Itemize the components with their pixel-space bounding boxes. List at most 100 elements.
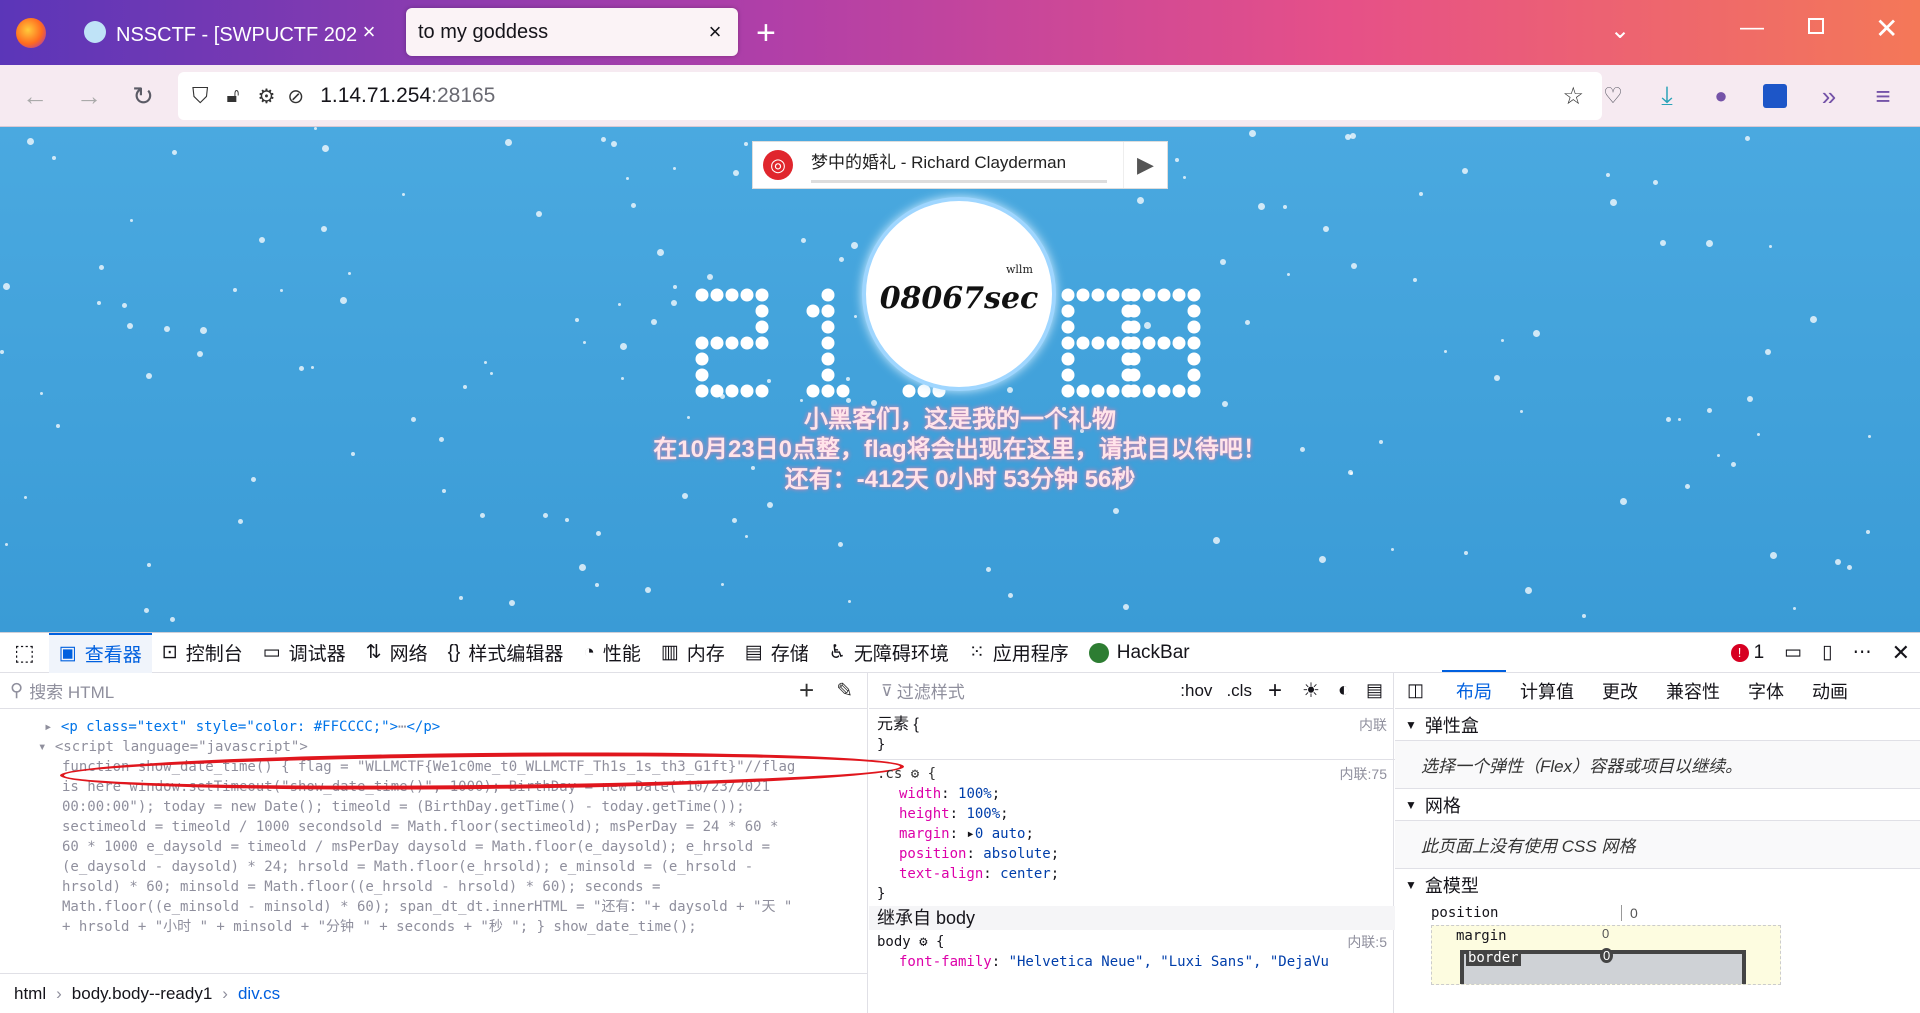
border-top-value[interactable]: 0 (1600, 948, 1614, 963)
tab-inspector[interactable]: ▣ 查看器 (48, 632, 152, 673)
grid-message: 此页面上没有使用 CSS 网格 (1395, 821, 1920, 869)
rule-source[interactable]: 内联 (1359, 715, 1387, 735)
bookmark-star-icon[interactable]: ☆ (1562, 82, 1584, 111)
clock-dot (1172, 384, 1186, 398)
clock-dot (1187, 288, 1201, 302)
filter-input[interactable]: 过滤样式 (897, 678, 965, 703)
music-player[interactable]: ◎ 梦中的婚礼 - Richard Clayderman ▶ (752, 141, 1168, 189)
decl[interactable]: width: 100%; (899, 784, 1387, 804)
breadcrumb-html[interactable]: html (14, 984, 46, 1004)
url-bar[interactable]: ⛉ 🔓︎ ⚙ ⊘ 1.14.71.254:28165 ☆ (178, 72, 1602, 120)
restore-icon[interactable] (1808, 18, 1824, 34)
element-picker-icon[interactable]: ⬚ (0, 633, 49, 673)
search-input[interactable]: 搜索 HTML (29, 678, 114, 703)
tab-goddess[interactable]: to my goddess × (406, 8, 738, 56)
cls-toggle[interactable]: .cls (1226, 681, 1252, 701)
permissions-icon[interactable]: ⚙ (257, 84, 275, 109)
breadcrumb-div[interactable]: div.cs (238, 984, 280, 1004)
hamburger-menu-icon[interactable]: ≡ (1864, 77, 1902, 115)
tab-accessibility[interactable]: ♿︎ 无障碍环境 (819, 633, 959, 673)
tab-debugger[interactable]: ▭ 调试器 (253, 633, 356, 673)
eyedropper-icon[interactable]: ✎ (836, 678, 853, 703)
flexbox-section[interactable]: ▼ 弹性盒 (1395, 709, 1920, 741)
add-node-icon[interactable]: + (799, 675, 814, 706)
forward-arrow-icon[interactable]: → (70, 77, 108, 115)
sidebar-toggle-icon[interactable]: ◫ (1407, 680, 1424, 701)
play-icon[interactable]: ▶ (1123, 142, 1167, 188)
hov-toggle[interactable]: :hov (1180, 681, 1212, 701)
url-port[interactable]: :28165 (431, 84, 495, 108)
pocket-icon[interactable]: ♡ (1594, 77, 1632, 115)
tab-changes[interactable]: 更改 (1588, 678, 1652, 704)
decl[interactable]: font-family: "Helvetica Neue", "Luxi San… (899, 952, 1387, 972)
decl[interactable]: margin: ▸0 auto; (899, 824, 1387, 844)
insecure-lock-icon[interactable]: 🔓︎ (227, 85, 240, 108)
breadcrumb-body[interactable]: body.body--ready1 (72, 984, 213, 1004)
tab-network[interactable]: ⇅ 网络 (356, 633, 438, 673)
snowflake (322, 145, 329, 152)
tab-animations[interactable]: 动画 (1798, 678, 1862, 704)
div-rule[interactable]: .cs ⚙ {内联:75 (869, 759, 1395, 784)
snowflake (99, 265, 104, 270)
snowflake (1660, 240, 1666, 246)
tab-style-editor[interactable]: {} 样式编辑器 (438, 633, 574, 673)
body-rule[interactable]: body ⚙ {内联:5 (877, 932, 1387, 952)
tab-fonts[interactable]: 字体 (1734, 678, 1798, 704)
container-icon[interactable] (1756, 77, 1794, 115)
style-filter[interactable]: ⊽ 过滤样式 :hov .cls + ☀ ◐ ▤ (869, 673, 1393, 709)
rule-source[interactable]: 内联:75 (1340, 764, 1387, 784)
tab-close-button[interactable]: × (704, 19, 726, 45)
rule-source[interactable]: 内联:5 (1347, 932, 1387, 952)
new-tab-button[interactable]: + (756, 14, 776, 53)
add-rule-icon[interactable]: + (1268, 677, 1282, 705)
tab-compatibility[interactable]: 兼容性 (1652, 678, 1734, 704)
decl[interactable]: text-align: center; (899, 864, 1387, 884)
url-host[interactable]: 1.14.71.254 (320, 84, 431, 108)
tab-performance[interactable]: ◔ 性能 (573, 633, 651, 673)
close-window-icon[interactable]: ✕ (1875, 12, 1898, 45)
dock-icon[interactable]: ▯ (1812, 633, 1842, 673)
firefox-menu-icon[interactable] (16, 18, 46, 48)
tab-console[interactable]: ⊡ 控制台 (152, 633, 253, 673)
shield-icon[interactable]: ⛉ (192, 83, 209, 109)
progress-bar[interactable] (811, 179, 1107, 183)
back-arrow-icon[interactable]: ← (16, 77, 54, 115)
grid-section[interactable]: ▼ 网格 (1395, 789, 1920, 821)
box-model-section[interactable]: ▼ 盒模型 (1395, 869, 1920, 901)
tab-close-button[interactable]: × (358, 19, 380, 45)
split-console-icon[interactable]: ▭ (1774, 633, 1812, 673)
tab-nssctf[interactable]: NSSCTF - [SWPUCTF 2021 新 × (72, 8, 392, 56)
position-value[interactable]: 0 (1621, 905, 1638, 921)
tab-layout[interactable]: 布局 (1442, 669, 1507, 712)
minimize-icon[interactable]: — (1740, 14, 1764, 42)
tracking-off-icon[interactable]: ⊘ (287, 84, 304, 109)
tab-storage[interactable]: ▤ 存储 (735, 633, 819, 673)
downloads-icon[interactable]: ⤓ (1648, 77, 1686, 115)
decl[interactable]: height: 100%; (899, 804, 1387, 824)
snowflake (1351, 263, 1357, 269)
reload-icon[interactable]: ↻ (124, 77, 162, 115)
tab-hackbar[interactable]: HackBar (1079, 633, 1200, 673)
chevron-down-icon[interactable]: ⌄ (1610, 16, 1630, 45)
snowflake (1810, 316, 1817, 323)
error-counter[interactable]: ! 1 (1721, 633, 1775, 673)
tab-memory[interactable]: ▥ 内存 (651, 633, 735, 673)
more-tools-icon[interactable]: » (1810, 77, 1848, 115)
margin-box[interactable]: margin 0 border 0 (1431, 925, 1781, 985)
html-search[interactable]: ⚲ 搜索 HTML + ✎ (0, 673, 867, 709)
border-box[interactable]: border 0 (1460, 948, 1746, 984)
code-line: hrsold) * 60; minsold = Math.floor((e_hr… (62, 879, 661, 895)
print-icon[interactable]: ▤ (1366, 680, 1383, 701)
tab-computed[interactable]: 计算值 (1506, 678, 1588, 704)
more-options-icon[interactable]: ⋯ (1843, 633, 1882, 673)
p-node[interactable]: ▸ <p class="text" style="color: #FFCCCC;… (44, 717, 864, 737)
dark-theme-icon[interactable]: ◐ (1338, 679, 1350, 702)
extension-icon[interactable]: ● (1702, 77, 1740, 115)
margin-top-value[interactable]: 0 (1602, 926, 1609, 941)
tab-label: 存储 (770, 644, 809, 665)
decl[interactable]: position: absolute; (899, 844, 1387, 864)
close-devtools-icon[interactable]: ✕ (1882, 633, 1920, 673)
light-theme-icon[interactable]: ☀ (1302, 678, 1320, 703)
tab-application[interactable]: ⁙ 应用程序 (959, 633, 1079, 673)
element-rule[interactable]: 元素 {内联 (877, 715, 1387, 735)
